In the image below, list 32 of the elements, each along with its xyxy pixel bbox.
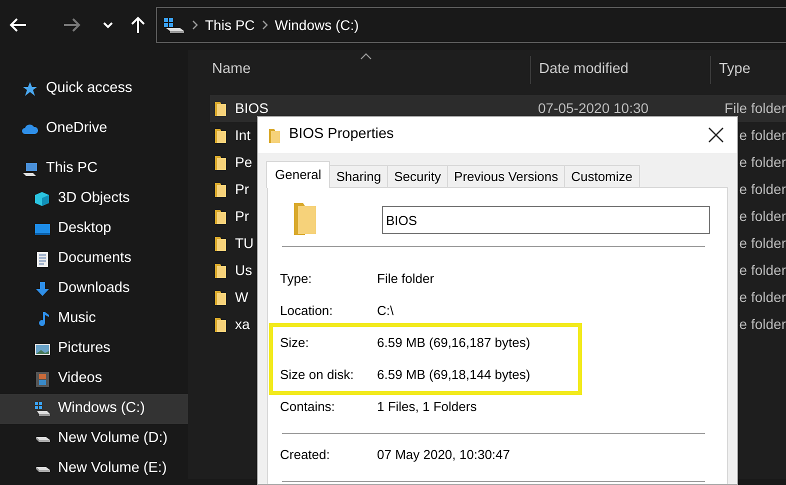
file-name: BIOS [235, 99, 268, 118]
file-name: xa [235, 315, 250, 334]
file-name: Int [235, 126, 251, 145]
property-value: C:\ [377, 302, 394, 320]
file-type: e folder [739, 154, 786, 170]
property-label: Size on disk: [280, 366, 355, 384]
file-name: Us [235, 261, 252, 280]
property-value: 6.59 MB (69,16,187 bytes) [377, 334, 530, 352]
property-value: 07 May 2020, 10:30:47 [377, 446, 510, 464]
dialog-title: BIOS Properties [289, 125, 394, 144]
file-type: e folder [739, 235, 786, 251]
property-value: File folder [377, 270, 434, 288]
file-name: Pr [235, 180, 249, 199]
property-label: Size: [280, 334, 310, 352]
file-name: W [235, 288, 248, 307]
file-type: e folder [739, 208, 786, 224]
property-value: 6.59 MB (69,18,144 bytes) [377, 366, 530, 384]
property-label: Location: [280, 302, 334, 320]
file-name: Pe [235, 153, 252, 172]
file-name: TU [235, 234, 254, 253]
file-type: e folder [739, 289, 786, 305]
file-type: e folder [739, 316, 786, 332]
property-value: 1 Files, 1 Folders [377, 398, 477, 416]
file-type: e folder [739, 127, 786, 143]
file-type: e folder [739, 181, 786, 197]
file-type: File folder [724, 100, 786, 116]
file-name: Pr [235, 207, 249, 226]
date-modified: 07-05-2020 10:30 [538, 100, 649, 116]
property-label: Created: [280, 446, 331, 464]
property-label: Contains: [280, 398, 336, 416]
property-label: Type: [280, 270, 313, 288]
file-type: e folder [739, 262, 786, 278]
